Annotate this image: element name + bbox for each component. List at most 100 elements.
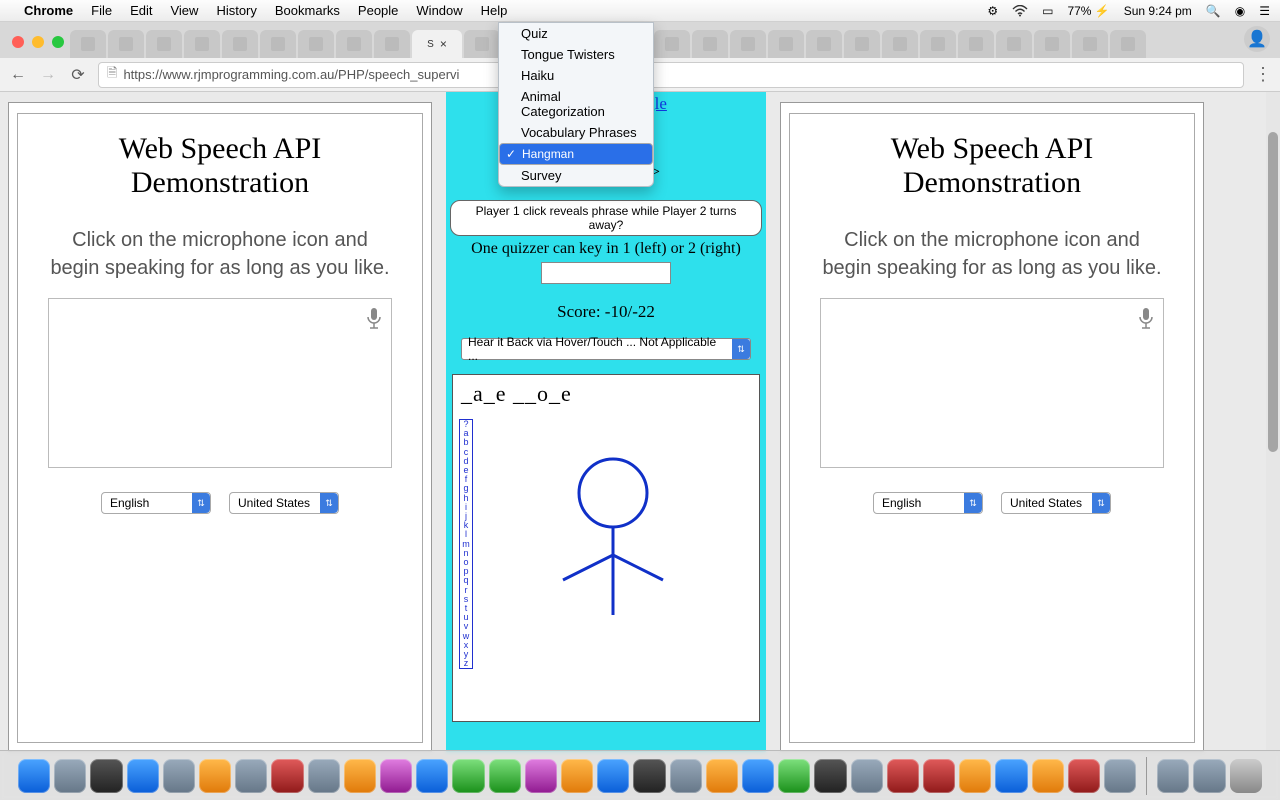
reveal-phrase-button[interactable]: Player 1 click reveals phrase while Play… <box>450 200 762 236</box>
dock-app-icon[interactable] <box>1157 759 1189 793</box>
tab[interactable] <box>70 30 106 58</box>
dock-app-icon[interactable] <box>489 759 521 793</box>
tab[interactable] <box>146 30 182 58</box>
dock-app-icon[interactable] <box>959 759 991 793</box>
tab[interactable] <box>692 30 728 58</box>
dock-app-icon[interactable] <box>851 759 883 793</box>
dock-app-icon[interactable] <box>597 759 629 793</box>
spotlight-icon[interactable]: 🔍 <box>1206 4 1221 18</box>
menu-edit[interactable]: Edit <box>130 3 152 18</box>
tab[interactable] <box>996 30 1032 58</box>
dock-app-icon[interactable] <box>1068 759 1100 793</box>
dropdown-option[interactable]: Haiku <box>499 65 653 86</box>
dock-app-icon[interactable] <box>814 759 846 793</box>
dropdown-option[interactable]: Animal Categorization <box>499 86 653 122</box>
dropdown-option[interactable]: Hangman <box>499 143 653 165</box>
region-select[interactable]: United States ⇅ <box>229 492 339 514</box>
vertical-scrollbar[interactable] <box>1266 92 1280 750</box>
letter-option[interactable]: z <box>464 659 469 668</box>
tab-close-icon[interactable]: × <box>440 37 447 51</box>
bluetooth-icon[interactable]: ⚙ <box>987 4 998 18</box>
tab[interactable] <box>260 30 296 58</box>
menu-window[interactable]: Window <box>416 3 462 18</box>
dock-app-icon[interactable] <box>380 759 412 793</box>
tab[interactable] <box>336 30 372 58</box>
dock-app-icon[interactable] <box>670 759 702 793</box>
language-select[interactable]: English ⇅ <box>101 492 211 514</box>
tab[interactable] <box>108 30 144 58</box>
microphone-icon[interactable] <box>1137 307 1155 336</box>
page-info-icon[interactable]: 🗎 <box>107 64 117 86</box>
tab[interactable] <box>958 30 994 58</box>
menu-app[interactable]: Chrome <box>24 3 73 18</box>
dock-app-icon[interactable] <box>308 759 340 793</box>
tab[interactable] <box>844 30 880 58</box>
quizzer-input[interactable] <box>541 262 671 284</box>
dock-app-icon[interactable] <box>416 759 448 793</box>
trash-icon[interactable] <box>1230 759 1262 793</box>
dropdown-option[interactable]: Tongue Twisters <box>499 44 653 65</box>
clock[interactable]: Sun 9:24 pm <box>1124 4 1192 18</box>
minimize-window[interactable] <box>32 36 44 48</box>
menu-help[interactable]: Help <box>481 3 508 18</box>
dock-app-icon[interactable] <box>163 759 195 793</box>
dock-app-icon[interactable] <box>633 759 665 793</box>
dock-app-icon[interactable] <box>127 759 159 793</box>
dock-app-icon[interactable] <box>90 759 122 793</box>
profile-avatar[interactable]: 👤 <box>1244 26 1270 52</box>
dock-app-icon[interactable] <box>1032 759 1064 793</box>
dock-app-icon[interactable] <box>525 759 557 793</box>
chrome-menu-icon[interactable]: ⋮ <box>1254 64 1272 85</box>
speech-output[interactable] <box>820 298 1164 468</box>
region-select[interactable]: United States ⇅ <box>1001 492 1111 514</box>
tab-active[interactable]: S × <box>412 30 462 58</box>
zoom-window[interactable] <box>52 36 64 48</box>
letter-picker[interactable]: ?abcdefghijklmnopqrstuvwxyz <box>459 419 473 669</box>
menu-view[interactable]: View <box>170 3 198 18</box>
speech-output[interactable] <box>48 298 392 468</box>
tab[interactable] <box>882 30 918 58</box>
menu-history[interactable]: History <box>216 3 256 18</box>
menu-people[interactable]: People <box>358 3 398 18</box>
dropdown-option[interactable]: Quiz <box>499 23 653 44</box>
close-window[interactable] <box>12 36 24 48</box>
menu-file[interactable]: File <box>91 3 112 18</box>
dock-app-icon[interactable] <box>1193 759 1225 793</box>
dock-app-icon[interactable] <box>778 759 810 793</box>
wifi-icon[interactable] <box>1012 5 1028 17</box>
microphone-icon[interactable] <box>365 307 383 336</box>
tab[interactable] <box>1110 30 1146 58</box>
tab[interactable] <box>1072 30 1108 58</box>
dropdown-option[interactable]: Vocabulary Phrases <box>499 122 653 143</box>
back-button[interactable]: ← <box>8 65 28 85</box>
scroll-thumb[interactable] <box>1268 132 1278 452</box>
dock-app-icon[interactable] <box>344 759 376 793</box>
dock-app-icon[interactable] <box>887 759 919 793</box>
tab[interactable] <box>730 30 766 58</box>
dock-app-icon[interactable] <box>706 759 738 793</box>
dock-app-icon[interactable] <box>742 759 774 793</box>
tab[interactable] <box>298 30 334 58</box>
reload-button[interactable]: ⟳ <box>68 65 88 85</box>
dock-app-icon[interactable] <box>452 759 484 793</box>
siri-icon[interactable]: ◉ <box>1235 4 1245 18</box>
dock-app-icon[interactable] <box>271 759 303 793</box>
dock-app-icon[interactable] <box>1104 759 1136 793</box>
dock-app-icon[interactable] <box>561 759 593 793</box>
airplay-icon[interactable]: ▭ <box>1042 4 1053 18</box>
tab[interactable] <box>222 30 258 58</box>
dock-app-icon[interactable] <box>199 759 231 793</box>
language-select[interactable]: English ⇅ <box>873 492 983 514</box>
hear-back-select[interactable]: Hear it Back via Hover/Touch ... Not App… <box>461 338 751 360</box>
tab[interactable] <box>184 30 220 58</box>
dock-app-icon[interactable] <box>18 759 50 793</box>
dock-app-icon[interactable] <box>923 759 955 793</box>
dock-app-icon[interactable] <box>235 759 267 793</box>
tab[interactable] <box>464 30 500 58</box>
tab[interactable] <box>374 30 410 58</box>
tab[interactable] <box>654 30 690 58</box>
dropdown-option[interactable]: Survey <box>499 165 653 186</box>
forward-button[interactable]: → <box>38 65 58 85</box>
tab[interactable] <box>806 30 842 58</box>
tab[interactable] <box>1034 30 1070 58</box>
